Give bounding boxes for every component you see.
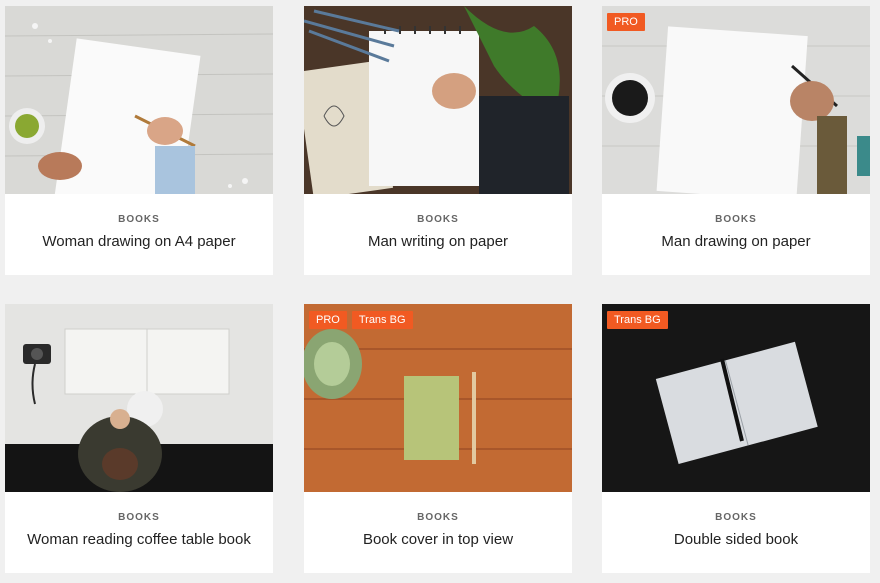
- card-title[interactable]: Man drawing on paper: [602, 233, 870, 250]
- photo-card[interactable]: BOOKS Woman reading coffee table book: [5, 304, 273, 573]
- trans-bg-badge: Trans BG: [351, 311, 413, 329]
- double-sided-book-image: [602, 304, 870, 492]
- badge-list: PRO: [607, 13, 645, 31]
- card-category: BOOKS: [417, 214, 459, 225]
- photo-card[interactable]: PRO BOOKS Man drawing on paper: [602, 6, 870, 275]
- photo-card[interactable]: BOOKS Woman drawing on A4 paper: [5, 6, 273, 275]
- card-category: BOOKS: [417, 512, 459, 523]
- pro-badge: PRO: [309, 311, 347, 329]
- photo-thumbnail[interactable]: PRO Trans BG: [304, 304, 572, 492]
- badge-list: PRO Trans BG: [309, 311, 413, 329]
- card-title[interactable]: Book cover in top view: [304, 531, 572, 548]
- trans-bg-badge: Trans BG: [607, 311, 668, 329]
- photo-card[interactable]: BOOKS Man writing on paper: [304, 6, 572, 275]
- card-category: BOOKS: [118, 512, 160, 523]
- card-title[interactable]: Woman reading coffee table book: [5, 531, 273, 548]
- woman-reading-image: [5, 304, 273, 492]
- card-category: BOOKS: [715, 214, 757, 225]
- card-title[interactable]: Man writing on paper: [304, 233, 572, 250]
- badge-list: Trans BG: [607, 311, 668, 329]
- card-title[interactable]: Double sided book: [602, 531, 870, 548]
- card-title[interactable]: Woman drawing on A4 paper: [5, 233, 273, 250]
- photo-card[interactable]: Trans BG BOOKS Double sided book: [602, 304, 870, 573]
- photo-thumbnail[interactable]: [5, 6, 273, 194]
- photo-grid: BOOKS Woman drawing on A4 paper BOOKS Ma…: [0, 0, 880, 583]
- man-drawing-image: [602, 6, 870, 194]
- photo-thumbnail[interactable]: Trans BG: [602, 304, 870, 492]
- photo-thumbnail[interactable]: PRO: [602, 6, 870, 194]
- photo-thumbnail[interactable]: [304, 6, 572, 194]
- pro-badge: PRO: [607, 13, 645, 31]
- woman-drawing-image: [5, 6, 273, 194]
- book-cover-image: [304, 304, 572, 492]
- photo-card[interactable]: PRO Trans BG BOOKS Book cover in top vie…: [304, 304, 572, 573]
- photo-thumbnail[interactable]: [5, 304, 273, 492]
- card-category: BOOKS: [118, 214, 160, 225]
- man-writing-image: [304, 6, 572, 194]
- card-category: BOOKS: [715, 512, 757, 523]
